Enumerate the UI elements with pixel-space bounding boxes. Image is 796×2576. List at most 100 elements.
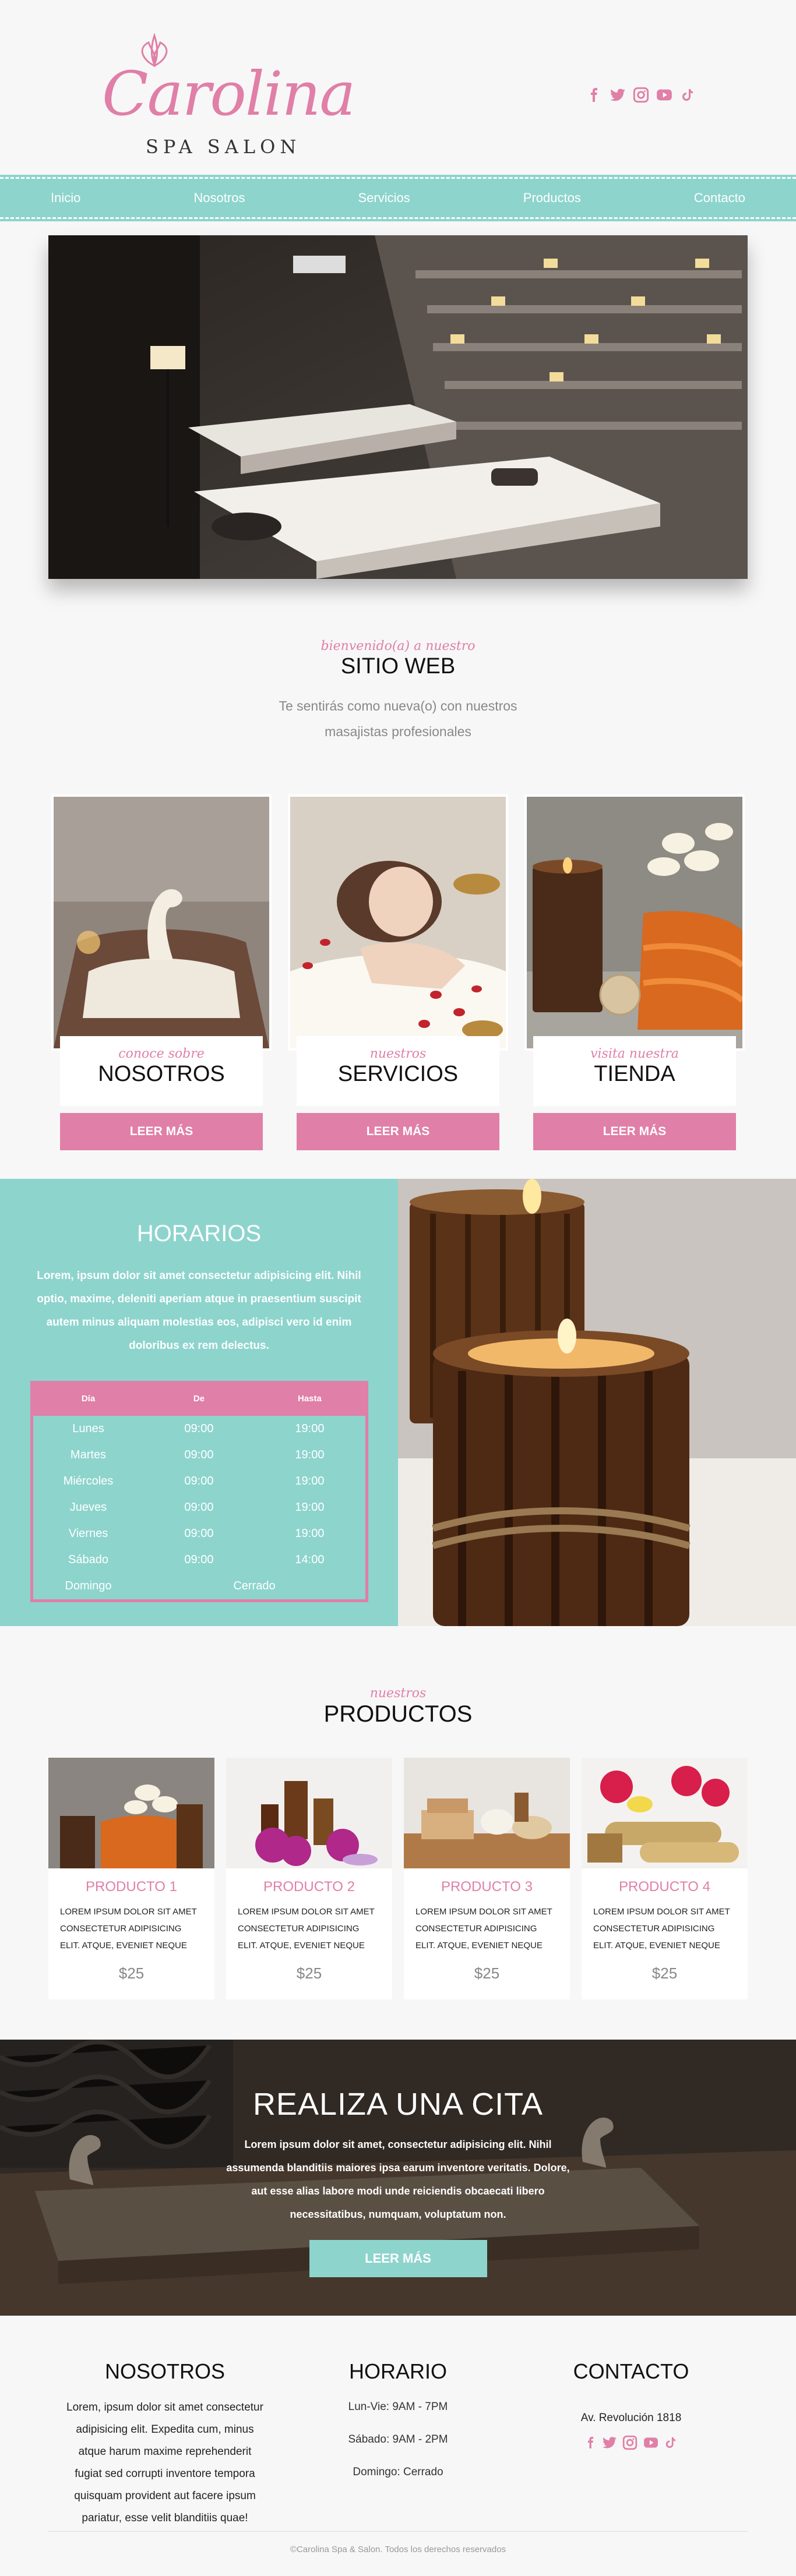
youtube-icon[interactable] [656,86,673,104]
product-price: $25 [296,1964,322,1982]
nav-item-productos[interactable]: Productos [521,190,583,206]
row-day: Viernes [68,1527,108,1540]
product-price: $25 [474,1964,500,1982]
product-card[interactable]: PRODUCTO 4 LOREM IPSUM DOLOR SIT AMET CO… [582,1758,748,1999]
nav-item-contacto[interactable]: Contacto [692,190,748,206]
row-from: 09:00 [184,1448,214,1461]
product-name: PRODUCTO 3 [441,1879,533,1895]
appointment-text: Lorem ipsum dolor sit amet, consectetur … [226,2139,570,2220]
appointment-title: REALIZA UNA CITA [252,2087,544,2122]
card-tienda: visita nuestra TIENDA LEER MÁS [524,794,745,1179]
brand-name: Carolina [102,58,355,129]
leer-mas-button[interactable]: LEER MÁS [297,1113,499,1150]
row-to: 19:00 [295,1527,325,1540]
product-description: LOREM IPSUM DOLOR SIT AMET CONSECTETUR A… [415,1907,552,1950]
appointment-button[interactable]: LEER MÁS [309,2240,487,2277]
product-image [48,1758,214,1868]
row-day: Domingo [65,1579,112,1592]
row-to: 19:00 [295,1448,325,1461]
tiktok-icon[interactable] [679,86,696,104]
card-nosotros: conoce sobre NOSOTROS LEER MÁS [51,794,272,1179]
footer-contacto: CONTACTO Av. Revolución 1818 [515,2359,748,2529]
productos-section: nuestros PRODUCTOS PRODUCTO 1 LOREM IPSU… [0,1626,796,2040]
nav-item-inicio[interactable]: Inicio [48,190,83,206]
product-name: PRODUCTO 1 [86,1879,177,1895]
leer-mas-button[interactable]: LEER MÁS [533,1113,736,1150]
brand-logo[interactable]: Carolina SPA SALON [102,26,355,166]
card-title: TIENDA [594,1062,675,1086]
row-to: 19:00 [295,1475,325,1487]
copyright: ©Carolina Spa & Salon. Todos los derecho… [48,2531,748,2572]
row-to: 19:00 [295,1501,325,1514]
feature-cards: conoce sobre NOSOTROS LEER MÁS nuestros … [51,794,745,1179]
product-list: PRODUCTO 1 LOREM IPSUM DOLOR SIT AMET CO… [48,1758,748,1999]
welcome-title: SITIO WEB [340,654,456,679]
row-to: 14:00 [295,1553,325,1566]
footer-nosotros-text: Lorem, ipsum dolor sit amet consectetur … [66,2401,263,2524]
horarios-panel: HORARIOS Lorem, ipsum dolor sit amet con… [0,1179,398,1626]
facebook-icon[interactable] [585,2435,597,2453]
appointment-section: REALIZA UNA CITA Lorem ipsum dolor sit a… [0,2040,796,2316]
productos-script: nuestros [369,1686,427,1701]
horarios-section: HORARIOS Lorem, ipsum dolor sit amet con… [0,1179,796,1626]
footer-horario-weekday: Lun-Vie: 9AM - 7PM [348,2401,448,2413]
nav-item-servicios[interactable]: Servicios [356,190,413,206]
card-title: SERVICIOS [337,1062,459,1086]
row-day: Jueves [69,1501,107,1514]
facebook-icon[interactable] [586,86,603,104]
card-title: NOSOTROS [98,1062,225,1086]
product-description: LOREM IPSUM DOLOR SIT AMET CONSECTETUR A… [238,1907,375,1950]
twitter-icon[interactable] [609,86,626,104]
table-row: Miércoles 09:00 19:00 [33,1468,365,1494]
footer-horario-title: HORARIO [348,2359,447,2383]
card-caption: conoce sobre NOSOTROS [60,1036,263,1106]
product-card[interactable]: PRODUCTO 3 LOREM IPSUM DOLOR SIT AMET CO… [404,1758,570,1999]
brand-tagline: SPA SALON [146,136,301,158]
card-script: nuestros [369,1047,427,1061]
instagram-icon[interactable] [622,2435,637,2453]
twitter-icon[interactable] [601,2435,618,2453]
card-caption: nuestros SERVICIOS [297,1036,499,1106]
header-de: De [193,1393,205,1404]
card-script: conoce sobre [118,1047,205,1061]
header-hasta: Hasta [297,1393,322,1404]
welcome-script: bienvenido(a) a nuestro [320,639,476,653]
table-row: Domingo Cerrado [33,1573,365,1599]
card-servicios: nuestros SERVICIOS LEER MÁS [288,794,508,1179]
card-image [288,794,508,1051]
leer-mas-button[interactable]: LEER MÁS [60,1113,263,1150]
footer-horario-saturday: Sábado: 9AM - 2PM [348,2433,448,2446]
header-dia: Día [81,1393,96,1404]
product-name: PRODUCTO 2 [263,1879,355,1895]
table-row: Sábado 09:00 14:00 [33,1547,365,1573]
product-price: $25 [651,1964,678,1982]
nav-item-nosotros[interactable]: Nosotros [191,190,247,206]
table-row: Lunes 09:00 19:00 [33,1416,365,1442]
row-day: Miércoles [63,1475,114,1487]
appointment-content: REALIZA UNA CITA Lorem ipsum dolor sit a… [0,2086,796,2277]
footer-social-links [515,2435,748,2453]
candles-image [398,1179,796,1626]
card-image [51,794,272,1051]
welcome-section: bienvenido(a) a nuestro SITIO WEB Te sen… [0,579,796,794]
youtube-icon[interactable] [642,2435,660,2453]
row-from: 09:00 [184,1527,214,1540]
schedule-header: Día De Hasta [33,1381,365,1416]
card-script: visita nuestra [590,1047,679,1061]
horarios-title: HORARIOS [136,1221,262,1246]
row-to: 19:00 [295,1422,325,1435]
product-name: PRODUCTO 4 [619,1879,710,1895]
row-closed: Cerrado [233,1579,276,1592]
footer-horario: HORARIO Lun-Vie: 9AM - 7PM Sábado: 9AM -… [281,2359,515,2529]
horarios-text: Lorem, ipsum dolor sit amet consectetur … [37,1270,361,1352]
product-card[interactable]: PRODUCTO 1 LOREM IPSUM DOLOR SIT AMET CO… [48,1758,214,1999]
site-header: Carolina SPA SALON [48,0,748,175]
row-day: Martes [70,1448,107,1461]
welcome-text: Te sentirás como nueva(o) con nuestros m… [0,693,796,744]
product-card[interactable]: PRODUCTO 2 LOREM IPSUM DOLOR SIT AMET CO… [226,1758,392,1999]
instagram-icon[interactable] [632,86,650,104]
product-image [404,1758,570,1868]
product-description: LOREM IPSUM DOLOR SIT AMET CONSECTETUR A… [60,1907,197,1950]
tiktok-icon[interactable] [664,2435,677,2453]
footer-nosotros: NOSOTROS Lorem, ipsum dolor sit amet con… [48,2359,281,2529]
